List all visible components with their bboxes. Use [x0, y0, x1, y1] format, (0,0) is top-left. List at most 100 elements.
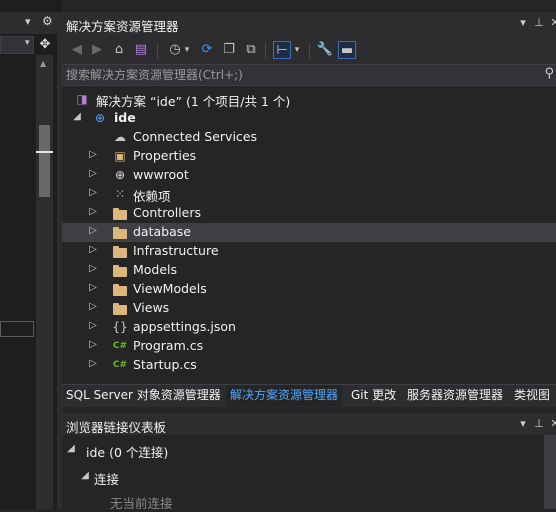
solution-tree: ◨ 解决方案 “ide” (1 个项目/共 1 个) ◢ ⊕ ide ☁ Con… — [62, 90, 556, 380]
solution-explorer-title-bar: 解决方案资源管理器 ▾ ⊥ ✕ — [62, 12, 556, 36]
collapsed-arrow-icon[interactable]: ▷ — [88, 282, 98, 293]
toolbar-separator — [157, 43, 158, 59]
tree-item-label: Connected Services — [133, 129, 257, 144]
connections-node[interactable]: ◢ 连接 — [62, 468, 556, 487]
toolbar-separator — [309, 43, 310, 59]
tree-item-appsettings[interactable]: ▷ {} appsettings.json — [62, 318, 556, 337]
close-icon[interactable]: ✕ — [548, 16, 556, 32]
tree-item-label: appsettings.json — [133, 319, 236, 334]
tree-item-dependencies[interactable]: ▷ ⁙ 依赖项 — [62, 185, 556, 204]
folder-icon — [112, 224, 128, 240]
tree-item-viewmodels[interactable]: ▷ ViewModels — [62, 280, 556, 299]
collapsed-arrow-icon[interactable]: ▷ — [88, 320, 98, 331]
solution-node[interactable]: ◨ 解决方案 “ide” (1 个项目/共 1 个) — [62, 90, 556, 109]
project-node[interactable]: ◢ ⊕ ide — [62, 109, 556, 128]
tree-item-models[interactable]: ▷ Models — [62, 261, 556, 280]
properties-wrench-icon[interactable]: 🔧 — [316, 41, 334, 59]
tab-server-explorer[interactable]: 服务器资源管理器 — [403, 385, 507, 406]
home-icon[interactable]: ⌂ — [110, 41, 128, 59]
panel-title: 解决方案资源管理器 — [66, 19, 179, 34]
close-icon[interactable]: ✕ — [548, 417, 556, 433]
collapsed-arrow-icon[interactable]: ▷ — [88, 301, 98, 312]
tab-solution-explorer[interactable]: 解决方案资源管理器 — [226, 385, 343, 406]
chevron-down-icon: ▾ — [25, 38, 30, 48]
scroll-up-icon[interactable]: ▲ — [40, 59, 46, 68]
tree-item-startup[interactable]: ▷ C# Startup.cs — [62, 356, 556, 375]
tool-window-tabs: SQL Server 对象资源管理器 解决方案资源管理器 Git 更改 服务器资… — [62, 384, 556, 407]
dropdown-arrow-icon[interactable]: ▾ — [516, 16, 530, 32]
left-scrollbar[interactable]: ▲ — [36, 55, 53, 509]
project-label: ide — [114, 110, 136, 125]
tab-sql-server-explorer[interactable]: SQL Server 对象资源管理器 — [62, 385, 225, 406]
dropdown-arrow-icon[interactable]: ▾ — [25, 15, 31, 28]
collapsed-arrow-icon[interactable]: ▷ — [88, 168, 98, 179]
json-file-icon: {} — [112, 320, 128, 334]
tree-item-label: Startup.cs — [133, 357, 197, 372]
tree-item-database[interactable]: ▷ database — [62, 223, 556, 242]
view-toggle-icon[interactable]: ⊢ — [273, 41, 291, 59]
folder-icon — [112, 205, 128, 221]
tree-item-label: Controllers — [133, 205, 201, 220]
browser-link-dashboard: ◢ ide (0 个连接) ◢ 连接 无当前连接 — [62, 435, 556, 511]
no-connection-label: 无当前连接 — [110, 496, 173, 511]
left-pane-header: ▾ ⚙ — [0, 12, 62, 34]
back-icon[interactable]: ◀ — [68, 41, 86, 59]
left-pane-field[interactable] — [0, 321, 34, 337]
collapse-all-icon[interactable]: ❐ — [220, 41, 238, 59]
collapsed-arrow-icon[interactable]: ▷ — [88, 225, 98, 236]
connected-services-icon: ☁ — [114, 130, 126, 144]
vs-switch-icon[interactable]: ▤ — [132, 41, 150, 59]
tree-item-properties[interactable]: ▷ ▣ Properties — [62, 147, 556, 166]
solution-icon: ◨ — [76, 92, 88, 106]
tree-item-wwwroot[interactable]: ▷ ⊕ wwwroot — [62, 166, 556, 185]
tree-item-label: database — [133, 224, 191, 239]
panel-title: 浏览器链接仪表板 — [66, 420, 167, 435]
tree-item-views[interactable]: ▷ Views — [62, 299, 556, 318]
globe-icon: ⊕ — [114, 168, 126, 182]
dropdown-arrow-icon[interactable]: ▾ — [516, 417, 530, 433]
collapsed-arrow-icon[interactable]: ▷ — [88, 149, 98, 160]
solution-explorer-toolbar: ◀ ▶ ⌂ ▤ ◷ ▾ ⟳ ❐ ⧉ ⊢ ▾ 🔧 ▬ — [62, 36, 556, 64]
collapsed-arrow-icon[interactable]: ▷ — [88, 206, 98, 217]
left-pane-dropdown[interactable]: ▾ — [0, 36, 34, 54]
project-connection-node[interactable]: ◢ ide (0 个连接) — [62, 441, 556, 460]
collapsed-arrow-icon[interactable]: ▷ — [88, 187, 98, 198]
bottom-scrollbar[interactable] — [544, 435, 556, 509]
properties-icon: ▣ — [114, 149, 126, 163]
collapsed-arrow-icon[interactable]: ▷ — [88, 263, 98, 274]
collapsed-arrow-icon[interactable]: ▷ — [88, 339, 98, 350]
tree-item-program[interactable]: ▷ C# Program.cs — [62, 337, 556, 356]
split-view-icon[interactable]: ✥ — [37, 37, 53, 53]
chevron-down-icon[interactable]: ▾ — [292, 41, 302, 59]
sync-icon[interactable]: ⟳ — [198, 41, 216, 59]
expanded-arrow-icon[interactable]: ◢ — [80, 470, 90, 481]
expanded-arrow-icon[interactable]: ◢ — [72, 111, 82, 122]
collapsed-arrow-icon[interactable]: ▷ — [88, 358, 98, 369]
pin-icon[interactable]: ⊥ — [532, 417, 546, 433]
forward-icon[interactable]: ▶ — [88, 41, 106, 59]
collapsed-arrow-icon[interactable]: ▷ — [88, 244, 98, 255]
left-scrollbar-thumb[interactable] — [39, 125, 50, 197]
no-connection-item: 无当前连接 — [62, 492, 556, 511]
gear-icon[interactable]: ⚙ — [42, 14, 53, 28]
chevron-down-icon[interactable]: ▾ — [182, 41, 192, 59]
tab-git-changes[interactable]: Git 更改 — [347, 385, 400, 406]
expanded-arrow-icon[interactable]: ◢ — [66, 443, 76, 454]
pin-icon[interactable]: ⊥ — [532, 16, 546, 32]
tree-item-label: 依赖项 — [133, 189, 171, 204]
search-input[interactable] — [66, 65, 536, 85]
preview-icon[interactable]: ▬ — [338, 41, 356, 59]
connections-header: 连接 — [94, 472, 120, 487]
tree-item-label: Models — [133, 262, 178, 277]
tree-item-connected-services[interactable]: ☁ Connected Services — [62, 128, 556, 147]
toolbar-separator — [265, 43, 266, 59]
search-icon[interactable]: ⚲ — [544, 66, 554, 81]
scroll-marker — [36, 151, 53, 153]
tab-class-view[interactable]: 类视图 — [510, 385, 554, 406]
tree-item-infrastructure[interactable]: ▷ Infrastructure — [62, 242, 556, 261]
web-project-icon: ⊕ — [94, 111, 106, 125]
show-all-files-icon[interactable]: ⧉ — [242, 41, 260, 59]
tree-item-label: Program.cs — [133, 338, 204, 353]
tree-item-controllers[interactable]: ▷ Controllers — [62, 204, 556, 223]
tree-item-label: Properties — [133, 148, 197, 163]
